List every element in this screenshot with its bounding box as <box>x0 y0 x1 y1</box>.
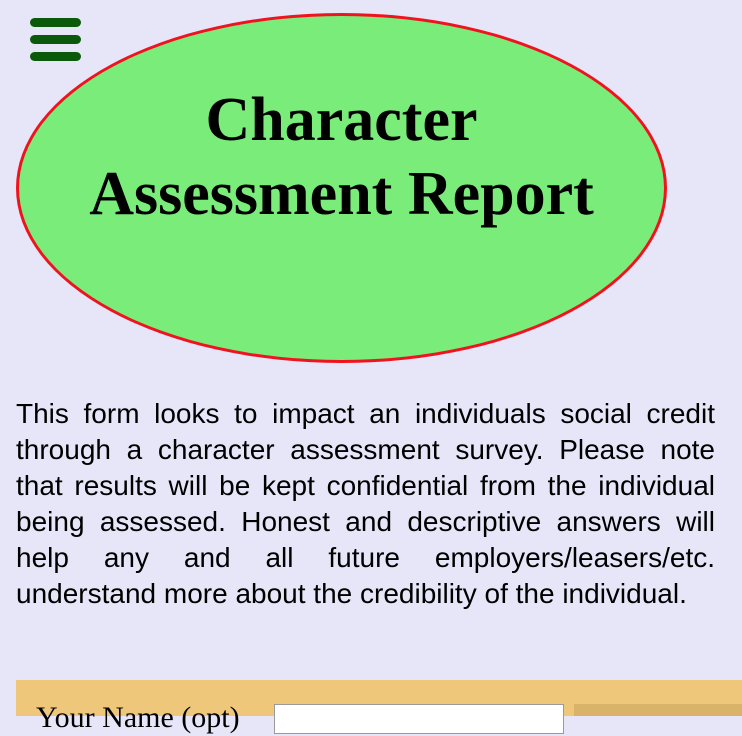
intro-paragraph: This form looks to impact an individuals… <box>16 398 715 609</box>
page-title-line-2: Assessment Report <box>89 160 594 228</box>
name-label: Your Name (opt) <box>36 701 240 734</box>
name-input[interactable] <box>274 704 564 734</box>
menu-bar-bottom <box>30 52 81 61</box>
hamburger-menu-icon[interactable] <box>30 18 81 62</box>
form-right-panel <box>574 704 742 716</box>
page-title: Character Assessment Report <box>16 83 667 231</box>
menu-bar-top <box>30 18 81 27</box>
menu-bar-middle <box>30 35 81 44</box>
page-title-line-1: Character <box>205 86 478 154</box>
